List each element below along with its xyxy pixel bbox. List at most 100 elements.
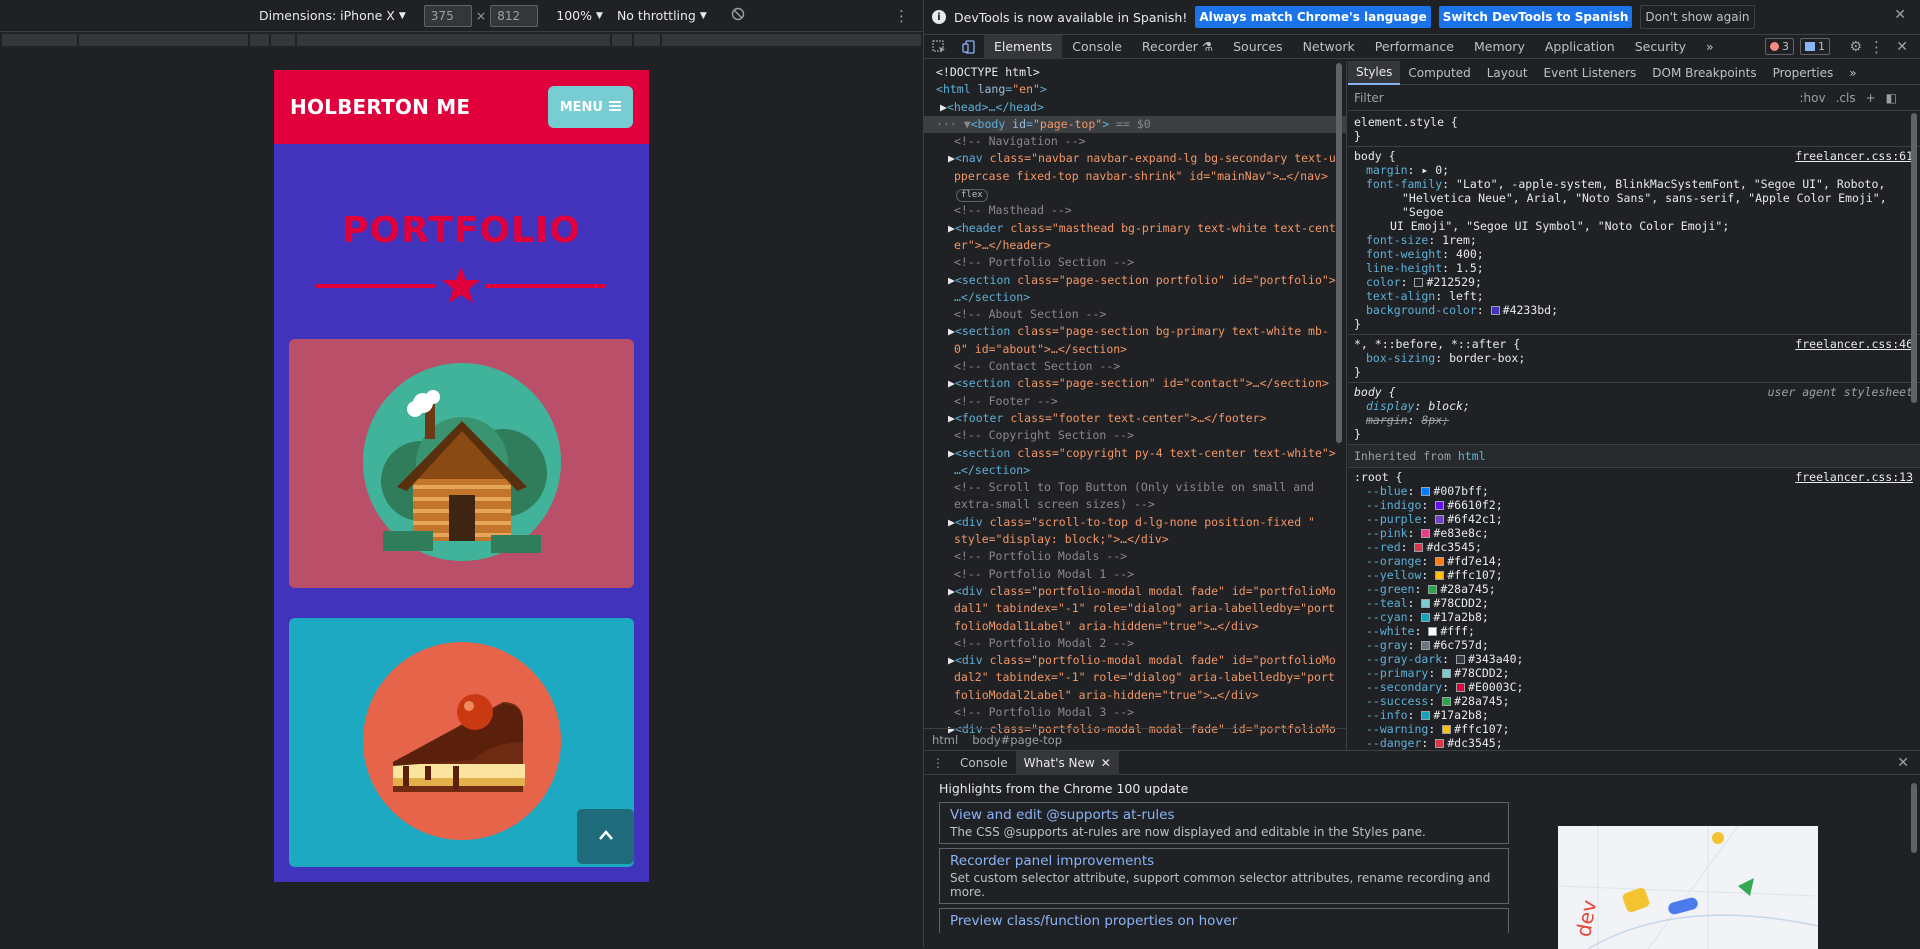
color-swatch[interactable] xyxy=(1421,613,1431,622)
feature-title[interactable]: Preview class/function properties on hov… xyxy=(950,913,1498,929)
css-variable[interactable]: --cyan: #17a2b8; xyxy=(1354,610,1915,624)
feature-card[interactable]: Preview class/function properties on hov… xyxy=(939,908,1509,933)
color-swatch[interactable] xyxy=(1435,501,1445,510)
ua-body-rule[interactable]: user agent stylesheet body { display: bl… xyxy=(1348,383,1920,445)
tab-console[interactable]: Console xyxy=(1062,35,1132,59)
color-swatch[interactable] xyxy=(1442,697,1452,706)
flex-badge[interactable]: flex xyxy=(956,189,988,203)
menu-button[interactable]: MENU xyxy=(547,86,633,128)
modal2-cont2[interactable]: folioModal2Label" aria-hidden="true">…</… xyxy=(924,687,1346,704)
css-variable[interactable]: --warning: #ffc107; xyxy=(1354,722,1915,736)
css-variable[interactable]: --pink: #e83e8c; xyxy=(1354,526,1915,540)
feature-title[interactable]: Recorder panel improvements xyxy=(950,853,1498,869)
element-style-rule[interactable]: element.style { } xyxy=(1348,113,1920,147)
copyright-section-cont[interactable]: …</section> xyxy=(924,462,1346,479)
css-variable[interactable]: --blue: #007bff; xyxy=(1354,484,1915,498)
css-variable[interactable]: --red: #dc3545; xyxy=(1354,540,1915,554)
dom-comment[interactable]: <!-- Masthead --> xyxy=(924,202,1346,219)
modal2-line[interactable]: ▶<div class="portfolio-modal modal fade"… xyxy=(924,652,1346,669)
footer-line[interactable]: ▶<footer class="footer text-center">…</f… xyxy=(924,410,1346,427)
dom-scrollbar[interactable] xyxy=(1334,61,1344,729)
css-variable[interactable]: --yellow: #ffc107; xyxy=(1354,568,1915,582)
source-link[interactable]: freelancer.css:61 xyxy=(1795,149,1913,163)
css-variable[interactable]: --purple: #6f42c1; xyxy=(1354,512,1915,526)
dom-comment[interactable]: <!-- Portfolio Modal 2 --> xyxy=(924,635,1346,652)
root-rule[interactable]: freelancer.css:13 :root { --blue: #007bf… xyxy=(1348,468,1920,753)
brand-logo[interactable]: HOLBERTON ME xyxy=(290,95,470,119)
universal-rule[interactable]: freelancer.css:46 *, *::before, *::after… xyxy=(1348,335,1920,383)
portfolio-item-cabin[interactable] xyxy=(289,339,634,588)
nav-line-cont[interactable]: ppercase fixed-top navbar-shrink" id="ma… xyxy=(924,168,1346,185)
tab-styles[interactable]: Styles xyxy=(1348,60,1401,85)
zoom-dropdown[interactable]: 100% ▼ xyxy=(556,8,603,23)
css-variable[interactable]: --gray-dark: #343a40; xyxy=(1354,652,1915,666)
dom-tree[interactable]: <!DOCTYPE html> <html lang="en"> ▶<head>… xyxy=(924,61,1346,739)
about-section-line[interactable]: ▶<section class="page-section bg-primary… xyxy=(924,323,1346,340)
close-icon[interactable]: ✕ xyxy=(1894,7,1906,23)
dom-comment[interactable]: <!-- Portfolio Section --> xyxy=(924,254,1346,271)
tab-dom-breakpoints[interactable]: DOM Breakpoints xyxy=(1644,61,1764,85)
tab-performance[interactable]: Performance xyxy=(1365,35,1464,59)
height-input[interactable] xyxy=(490,4,539,27)
color-swatch[interactable] xyxy=(1442,669,1452,678)
scroll-to-top-button[interactable] xyxy=(577,809,634,864)
header-line[interactable]: ▶<header class="masthead bg-primary text… xyxy=(924,220,1346,237)
css-variable[interactable]: --teal: #78CDD2; xyxy=(1354,596,1915,610)
inspect-element-icon[interactable] xyxy=(924,35,954,59)
dom-comment[interactable]: <!-- Copyright Section --> xyxy=(924,427,1346,444)
dom-comment[interactable]: <!-- Navigation --> xyxy=(924,133,1346,150)
tab-computed[interactable]: Computed xyxy=(1400,61,1478,85)
tab-recorder[interactable]: Recorder ⚗ xyxy=(1132,35,1223,59)
hov-toggle[interactable]: :hov xyxy=(1800,91,1826,105)
feature-card[interactable]: View and edit @supports at-rules The CSS… xyxy=(939,802,1509,844)
drawer-menu-icon[interactable]: ⋮ xyxy=(924,751,952,775)
more-styles-tabs-icon[interactable]: » xyxy=(1841,61,1864,85)
contact-section-line[interactable]: ▶<section class="page-section" id="conta… xyxy=(924,375,1346,392)
doctype-line[interactable]: <!DOCTYPE html> xyxy=(924,64,1346,81)
css-variable[interactable]: --white: #fff; xyxy=(1354,624,1915,638)
css-variable[interactable]: --indigo: #6610f2; xyxy=(1354,498,1915,512)
css-variable[interactable]: --info: #17a2b8; xyxy=(1354,708,1915,722)
cls-toggle[interactable]: .cls xyxy=(1836,91,1856,105)
css-variable[interactable]: --primary: #78CDD2; xyxy=(1354,666,1915,680)
color-swatch[interactable] xyxy=(1456,655,1466,664)
error-badge[interactable]: 3 xyxy=(1765,38,1794,55)
width-input[interactable] xyxy=(423,4,472,27)
styles-filter-input[interactable]: Filter xyxy=(1354,91,1800,105)
color-swatch[interactable] xyxy=(1421,599,1431,608)
breadcrumb-html[interactable]: html xyxy=(932,733,958,747)
dont-show-again-button[interactable]: Don't show again xyxy=(1640,5,1755,29)
feature-card[interactable]: Recorder panel improvements Set custom s… xyxy=(939,848,1509,904)
tab-application[interactable]: Application xyxy=(1535,35,1625,59)
dom-comment[interactable]: <!-- Portfolio Modal 1 --> xyxy=(924,566,1346,583)
scroll-div-line[interactable]: ▶<div class="scroll-to-top d-lg-none pos… xyxy=(924,514,1346,531)
tab-event-listeners[interactable]: Event Listeners xyxy=(1536,61,1645,85)
match-language-button[interactable]: Always match Chrome's language xyxy=(1195,6,1431,28)
drawer-scrollbar[interactable] xyxy=(1909,775,1919,949)
color-swatch[interactable] xyxy=(1421,529,1431,538)
css-variable[interactable]: --green: #28a745; xyxy=(1354,582,1915,596)
dom-comment[interactable]: <!-- Portfolio Modals --> xyxy=(924,548,1346,565)
color-swatch[interactable] xyxy=(1435,571,1445,580)
close-drawer-icon[interactable]: ✕ xyxy=(1897,755,1909,771)
device-dropdown[interactable]: Dimensions: iPhone X ▼ xyxy=(259,8,406,23)
modal1-cont2[interactable]: folioModal1Label" aria-hidden="true">…</… xyxy=(924,618,1346,635)
tab-security[interactable]: Security xyxy=(1625,35,1696,59)
color-swatch[interactable] xyxy=(1421,487,1431,496)
tab-layout[interactable]: Layout xyxy=(1479,61,1536,85)
dom-comment[interactable]: <!-- About Section --> xyxy=(924,306,1346,323)
more-options-icon[interactable]: ⋮ xyxy=(894,7,909,25)
gear-icon[interactable]: ⚙ xyxy=(1849,39,1862,55)
throttling-dropdown[interactable]: No throttling ▼ xyxy=(617,8,707,23)
color-swatch[interactable] xyxy=(1456,683,1466,692)
color-swatch[interactable] xyxy=(1435,739,1445,748)
source-link[interactable]: freelancer.css:13 xyxy=(1795,470,1913,484)
close-tab-icon[interactable]: ✕ xyxy=(1101,756,1111,770)
media-query-bar[interactable] xyxy=(0,32,923,48)
portfolio-section-line[interactable]: ▶<section class="page-section portfolio"… xyxy=(924,272,1346,289)
header-line-cont[interactable]: er">…</header> xyxy=(924,237,1346,254)
nav-line[interactable]: ▶<nav class="navbar navbar-expand-lg bg-… xyxy=(924,150,1346,167)
more-tabs-icon[interactable]: » xyxy=(1696,35,1724,59)
inherited-tag-link[interactable]: html xyxy=(1458,449,1486,463)
color-swatch[interactable] xyxy=(1442,725,1452,734)
